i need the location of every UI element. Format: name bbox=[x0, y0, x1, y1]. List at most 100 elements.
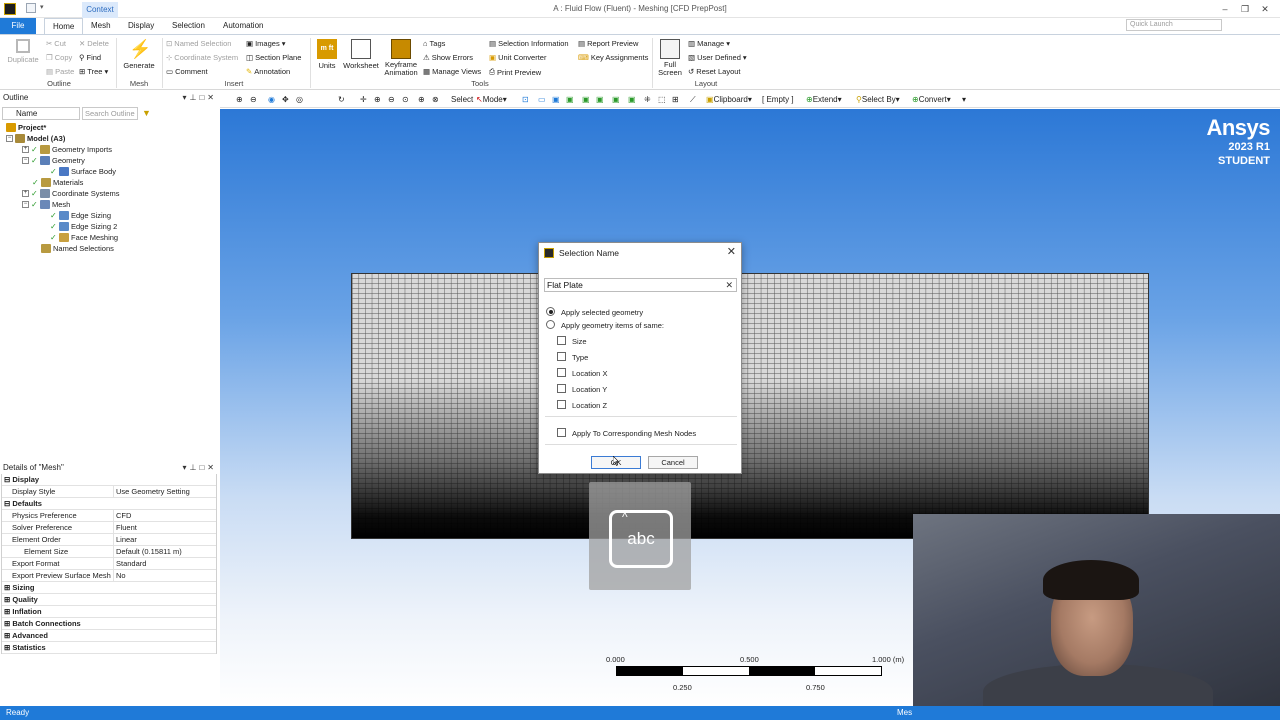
select-mesh-element-icon[interactable]: ▣ bbox=[628, 95, 638, 105]
select-label[interactable]: Select bbox=[451, 95, 473, 104]
collapse-icon[interactable]: − bbox=[6, 134, 13, 142]
close-window-button[interactable]: ✕ bbox=[1258, 3, 1272, 15]
details-section-quality[interactable]: ⊞ Quality bbox=[2, 594, 216, 606]
select-edge-icon[interactable]: ▭ bbox=[538, 95, 548, 105]
context-tab[interactable]: Context bbox=[82, 2, 118, 18]
tree-item-model[interactable]: − Model (A3) bbox=[6, 133, 65, 143]
tree-item-edge-sizing-2[interactable]: ✓ Edge Sizing 2 bbox=[50, 221, 117, 231]
extend-dropdown[interactable]: ⊕Extend▾ bbox=[806, 95, 842, 104]
manage-button[interactable]: ▥ Manage ▾ bbox=[688, 39, 730, 48]
outline-search-input[interactable]: Search Outline bbox=[82, 107, 138, 120]
pin-icon[interactable]: ⊥ bbox=[189, 92, 196, 103]
selection-name-input[interactable] bbox=[544, 278, 737, 292]
tree-item-project[interactable]: Project* bbox=[6, 122, 46, 132]
print-preview-button[interactable]: ⎙ Print Preview bbox=[489, 67, 541, 77]
delete-button[interactable]: ✕ Delete bbox=[79, 39, 109, 48]
report-preview-button[interactable]: ▤ Report Preview bbox=[578, 39, 638, 48]
paste-button[interactable]: ▤ Paste bbox=[46, 67, 74, 76]
tab-home[interactable]: Home bbox=[44, 18, 84, 34]
details-value[interactable]: Use Geometry Setting bbox=[114, 486, 216, 497]
expand-icon[interactable]: + bbox=[22, 145, 29, 153]
pin-icon[interactable]: ⊥ bbox=[189, 462, 196, 473]
crosshair-icon[interactable]: ✛ bbox=[360, 95, 370, 105]
details-value[interactable]: Linear bbox=[114, 534, 216, 545]
ansys-app-icon[interactable] bbox=[4, 3, 16, 15]
apply-selected-radio[interactable] bbox=[546, 307, 555, 316]
details-section-inflation[interactable]: ⊞ Inflation bbox=[2, 606, 216, 618]
cancel-button[interactable]: Cancel bbox=[648, 456, 698, 469]
select-by-dropdown[interactable]: ⚲Select By▾ bbox=[856, 95, 900, 104]
flat-plate-mesh[interactable] bbox=[351, 273, 1149, 539]
tab-automation[interactable]: Automation bbox=[215, 18, 271, 34]
tab-display[interactable]: Display bbox=[120, 18, 162, 34]
tree-button[interactable]: ⊞ Tree ▾ bbox=[79, 67, 108, 76]
tree-item-surface-body[interactable]: ✓ Surface Body bbox=[50, 166, 116, 176]
manage-views-button[interactable]: ▦ Manage Views bbox=[423, 67, 481, 76]
tree-item-edge-sizing[interactable]: ✓ Edge Sizing bbox=[50, 210, 111, 220]
tree-item-mesh[interactable]: − ✓ Mesh bbox=[22, 199, 70, 209]
select-vertex-icon[interactable]: ⊡ bbox=[522, 95, 532, 105]
keyframe-animation-button[interactable]: Keyframe Animation bbox=[382, 39, 420, 77]
find-button[interactable]: ⚲ Find bbox=[79, 53, 101, 62]
size-checkbox[interactable] bbox=[557, 336, 566, 345]
details-row[interactable]: Element Size Default (0.15811 m) bbox=[2, 546, 216, 558]
dropdown-icon[interactable]: ▾ bbox=[182, 462, 186, 473]
quick-access-dropdown-icon[interactable]: ▾ bbox=[40, 3, 50, 13]
details-value[interactable]: No bbox=[114, 570, 216, 581]
details-row[interactable]: Element Order Linear bbox=[2, 534, 216, 546]
tree-item-geometry[interactable]: − ✓ Geometry bbox=[22, 155, 85, 165]
tab-selection[interactable]: Selection bbox=[164, 18, 213, 34]
save-quick-icon[interactable] bbox=[26, 3, 36, 13]
mesh-nodes-checkbox[interactable] bbox=[557, 428, 566, 437]
zoom-in-icon[interactable]: ⊕ bbox=[236, 95, 246, 105]
dropdown-icon[interactable]: ▾ bbox=[182, 92, 186, 103]
select-element-icon[interactable]: ▣ bbox=[582, 95, 592, 105]
details-value[interactable]: Standard bbox=[114, 558, 216, 569]
images-button[interactable]: ▣ Images ▾ bbox=[246, 39, 285, 48]
details-value[interactable]: CFD bbox=[114, 510, 216, 521]
convert-dropdown[interactable]: ⊕Convert▾ bbox=[912, 95, 951, 104]
details-row[interactable]: Physics Preference CFD bbox=[2, 510, 216, 522]
toolbar-overflow-icon[interactable]: ▾ bbox=[962, 95, 966, 104]
user-defined-button[interactable]: ▧ User Defined ▾ bbox=[688, 53, 747, 62]
tree-item-materials[interactable]: ✓ Materials bbox=[32, 177, 83, 187]
select-all-icon[interactable]: ⊞ bbox=[672, 95, 682, 105]
tree-item-coordinate-systems[interactable]: + ✓ Coordinate Systems bbox=[22, 188, 120, 198]
measure-icon[interactable]: ⟋ bbox=[690, 95, 700, 105]
zoom-box-icon[interactable]: ⊖ bbox=[388, 95, 398, 105]
units-button[interactable]: m ft Units bbox=[314, 39, 340, 70]
tags-button[interactable]: ⌂ Tags bbox=[423, 39, 445, 48]
details-row[interactable]: Display Style Use Geometry Setting bbox=[2, 486, 216, 498]
details-row[interactable]: Export Format Standard bbox=[2, 558, 216, 570]
details-value[interactable]: Fluent bbox=[114, 522, 216, 533]
close-icon[interactable]: ✕ bbox=[207, 462, 214, 473]
magnify-icon[interactable]: ⊕ bbox=[418, 95, 428, 105]
select-node-icon[interactable]: ▣ bbox=[596, 95, 606, 105]
select-face-icon[interactable]: ▣ bbox=[552, 95, 562, 105]
details-section-batch-connections[interactable]: ⊞ Batch Connections bbox=[2, 618, 216, 630]
outline-name-dropdown[interactable]: Name bbox=[2, 107, 80, 120]
tree-item-face-meshing[interactable]: ✓ Face Meshing bbox=[50, 232, 118, 242]
zoom-out-icon[interactable]: ⊖ bbox=[250, 95, 260, 105]
collapse-icon[interactable]: − bbox=[22, 156, 29, 164]
selection-information-button[interactable]: ▤ Selection Information bbox=[489, 39, 569, 48]
select-body-icon[interactable]: ▣ bbox=[566, 95, 576, 105]
unit-converter-button[interactable]: ▣ Unit Converter bbox=[489, 53, 546, 62]
mode-dropdown[interactable]: ↖Mode▾ bbox=[476, 95, 507, 104]
maximize-icon[interactable]: □ bbox=[199, 92, 204, 103]
zoom-selection-icon[interactable]: ⊙ bbox=[402, 95, 412, 105]
named-selection-button[interactable]: ⊡ Named Selection bbox=[166, 39, 231, 48]
snap-icon[interactable]: ⁜ bbox=[644, 95, 654, 105]
apply-same-radio[interactable] bbox=[546, 320, 555, 329]
location-y-checkbox[interactable] bbox=[557, 384, 566, 393]
zoom-fit-icon[interactable]: ⊕ bbox=[374, 95, 384, 105]
tree-item-named-selections[interactable]: Named Selections bbox=[32, 243, 114, 253]
location-z-checkbox[interactable] bbox=[557, 400, 566, 409]
details-row[interactable]: Export Preview Surface Mesh No bbox=[2, 570, 216, 582]
details-section-sizing[interactable]: ⊞ Sizing bbox=[2, 582, 216, 594]
type-checkbox[interactable] bbox=[557, 352, 566, 361]
comment-button[interactable]: ▭ Comment bbox=[166, 67, 208, 76]
clear-input-icon[interactable]: ✕ bbox=[725, 280, 733, 291]
maximize-icon[interactable]: □ bbox=[199, 462, 204, 473]
magnify-window-icon[interactable]: ⊗ bbox=[432, 95, 442, 105]
